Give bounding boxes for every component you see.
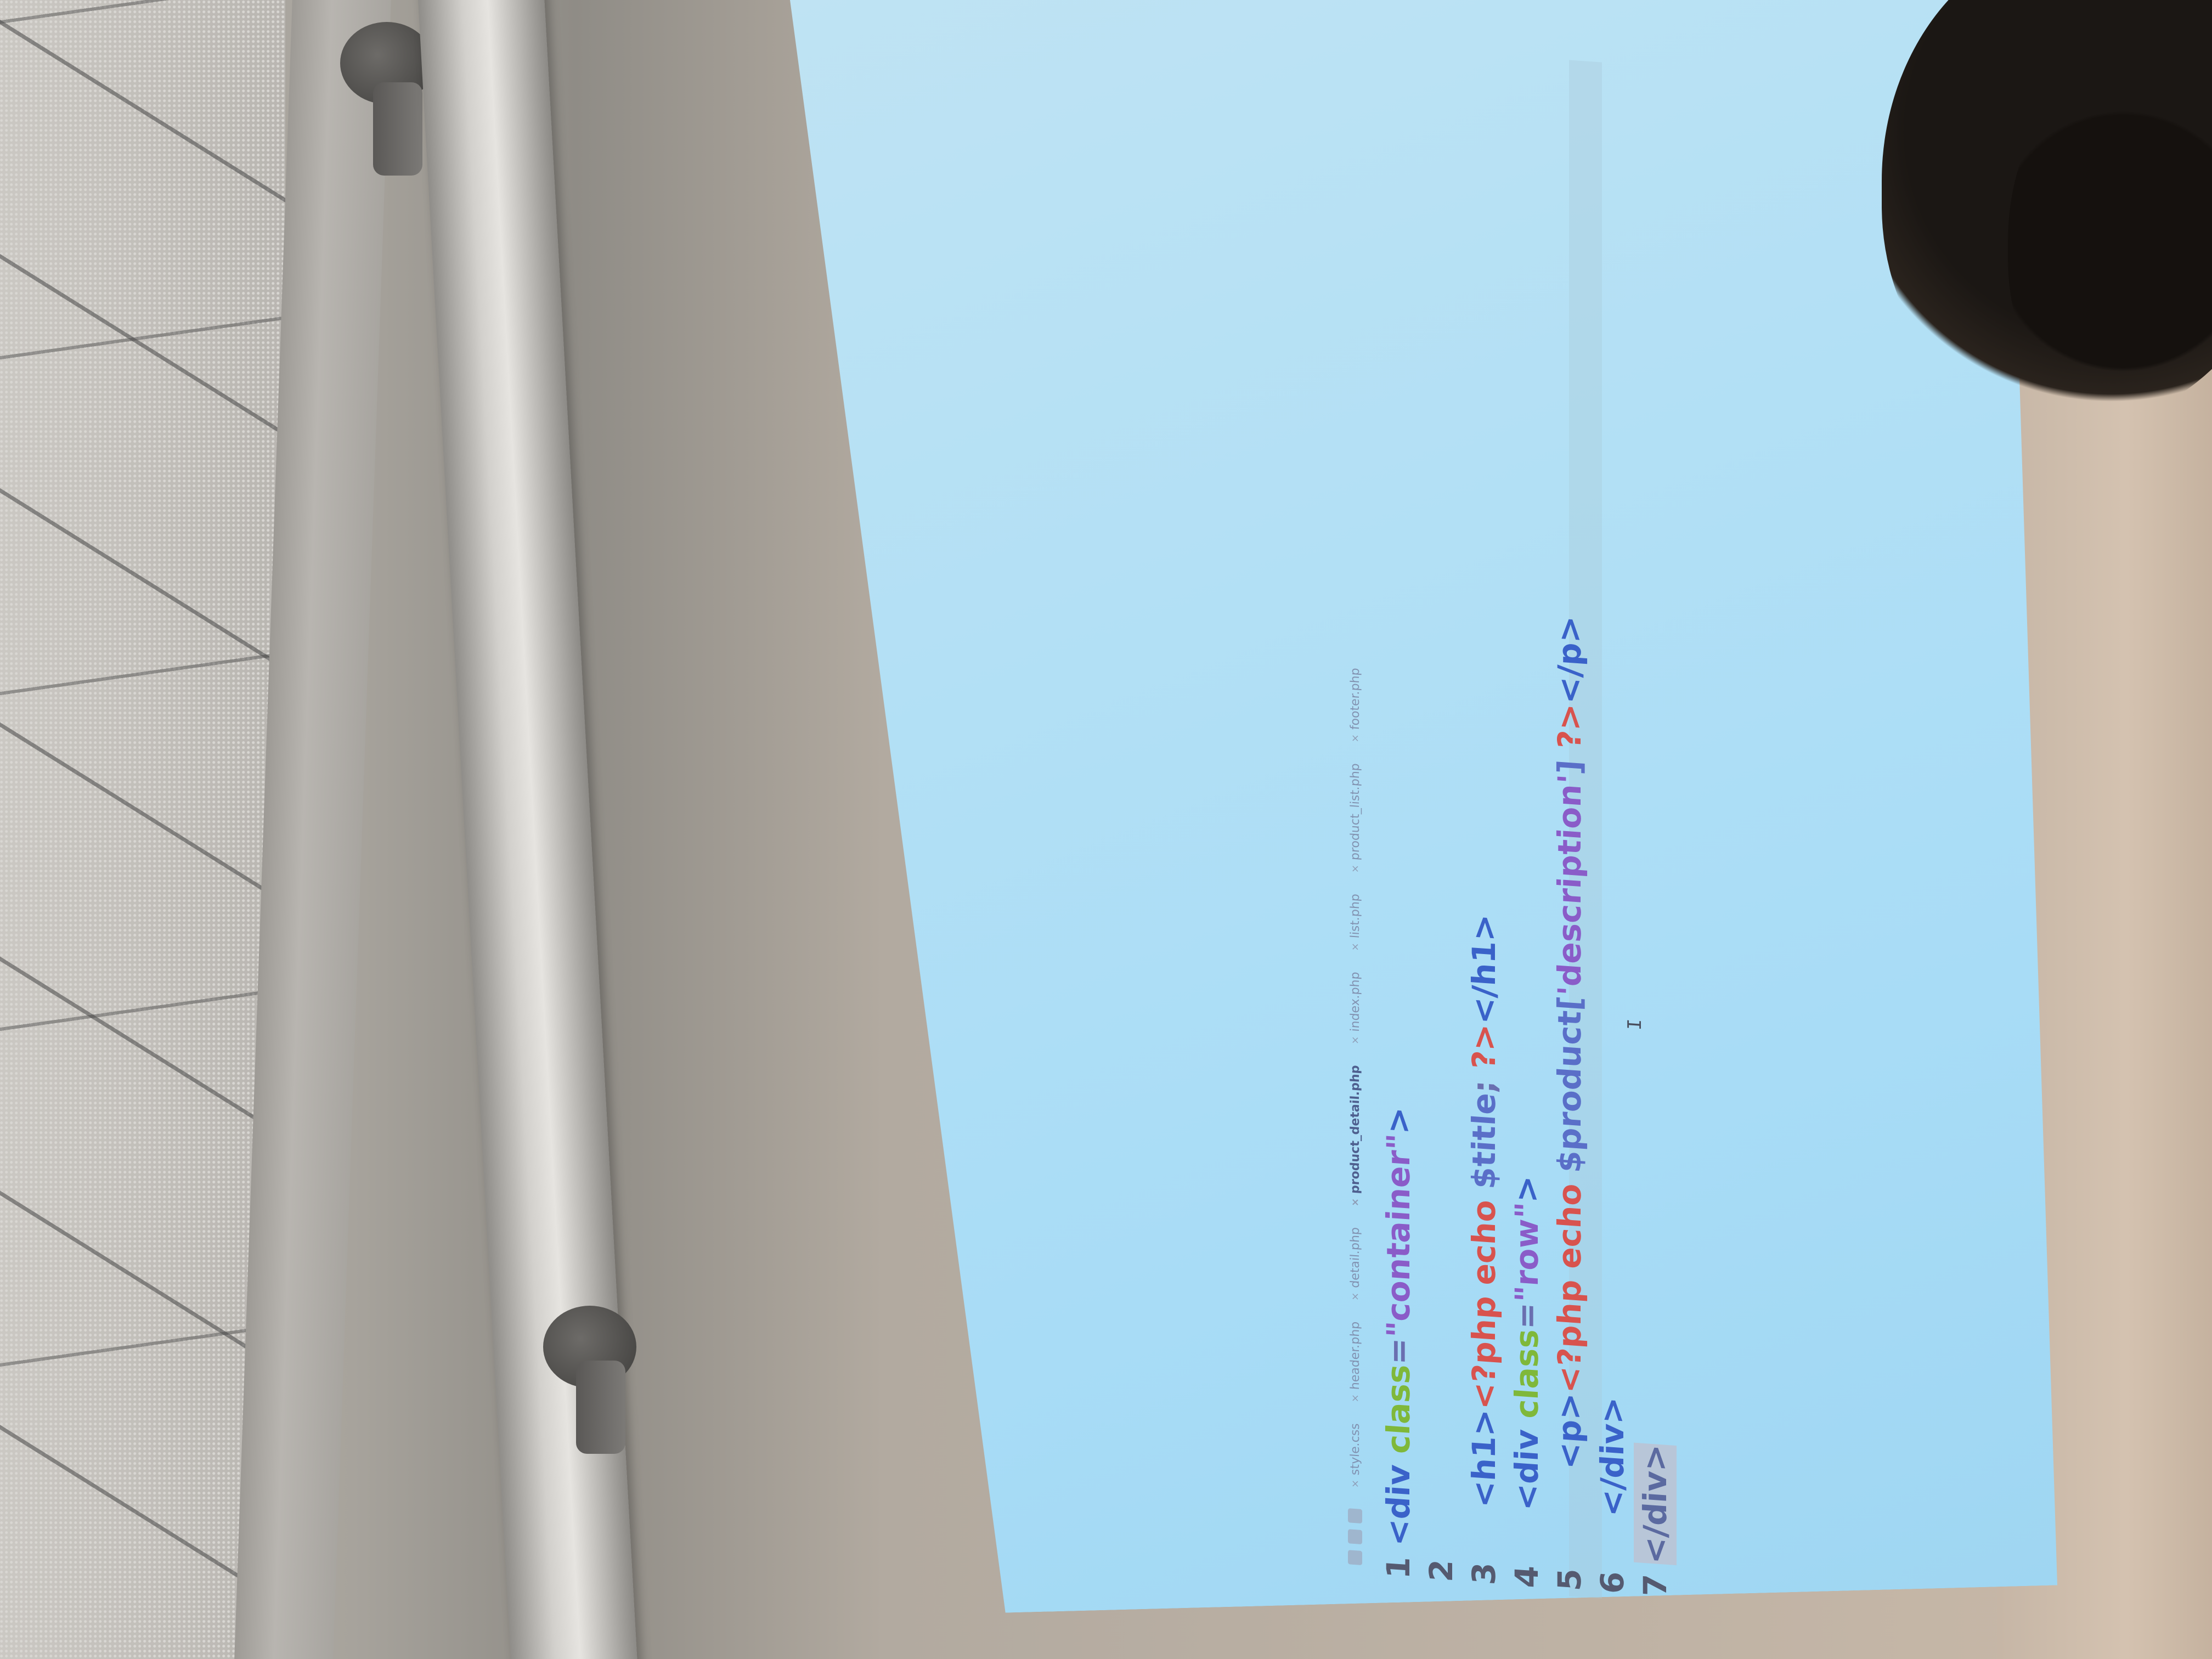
editor-tab-label: product_list.php xyxy=(1348,763,1362,861)
code-token: </div> xyxy=(1634,1443,1677,1566)
code-line[interactable]: 3 <h1> <?php echo $title; ?> </h1> xyxy=(1463,608,1505,1586)
tabs-container: × style.css × header.php × detail.php × product… xyxy=(1348,668,1362,1488)
line-number: 6 xyxy=(1594,1570,1631,1595)
code-token: = xyxy=(1380,1336,1417,1366)
code-token: <p> xyxy=(1551,1391,1588,1559)
code-token: echo xyxy=(1465,1187,1503,1286)
code-line[interactable]: 4 <div class = "row" > xyxy=(1505,612,1548,1589)
line-number: 1 xyxy=(1380,1555,1417,1580)
close-icon[interactable]: × xyxy=(1350,943,1361,952)
code-token: echo xyxy=(1551,1171,1588,1270)
window-button[interactable] xyxy=(1348,1550,1362,1566)
code-token: > xyxy=(1508,1174,1545,1204)
code-token: ] xyxy=(1551,747,1588,776)
code-token: <div xyxy=(1380,1452,1417,1547)
close-icon[interactable]: × xyxy=(1350,1198,1361,1207)
close-icon[interactable]: × xyxy=(1350,1479,1361,1488)
code-token: = xyxy=(1508,1301,1545,1331)
editor-tab-label: index.php xyxy=(1348,971,1362,1032)
code-token: > xyxy=(1380,1105,1417,1135)
code-line[interactable]: 5 <p> <?php echo $product['description'] … xyxy=(1548,614,1591,1592)
close-icon[interactable]: × xyxy=(1350,1393,1361,1403)
code-token: $product[ xyxy=(1551,995,1588,1174)
editor-tab-label: footer.php xyxy=(1348,667,1362,731)
close-icon[interactable]: × xyxy=(1350,864,1361,873)
editor-tab-label: list.php xyxy=(1348,893,1362,939)
code-token: $title xyxy=(1465,1091,1503,1190)
close-icon[interactable]: × xyxy=(1350,1036,1361,1045)
code-line[interactable]: 1 <div class = "container" > xyxy=(1377,602,1420,1580)
editor-tab-label: product_detail.php xyxy=(1348,1064,1362,1194)
editor-tab[interactable]: × footer.php xyxy=(1348,668,1362,743)
code-token: <h1> xyxy=(1465,1408,1503,1553)
editor-tab-bar: × style.css × header.php × detail.php × product… xyxy=(1339,44,1372,1582)
code-line[interactable]: 6 </div> xyxy=(1591,617,1634,1595)
close-icon[interactable]: × xyxy=(1350,733,1361,743)
editor-tab[interactable]: × detail.php xyxy=(1348,1227,1362,1301)
code-token: class xyxy=(1508,1328,1545,1420)
ceiling-tiles xyxy=(0,0,285,1659)
close-icon[interactable]: × xyxy=(1350,1292,1361,1301)
line-number: 4 xyxy=(1508,1564,1545,1589)
window-button[interactable] xyxy=(1348,1529,1362,1545)
window-button[interactable] xyxy=(1348,1508,1362,1524)
line-number: 3 xyxy=(1465,1561,1503,1586)
editor-tab[interactable]: × index.php xyxy=(1348,972,1362,1045)
editor-tab[interactable]: × header.php xyxy=(1348,1321,1362,1403)
code-token: "container" xyxy=(1380,1132,1417,1339)
code-token: ?> xyxy=(1551,702,1588,751)
code-token: ; xyxy=(1465,1068,1503,1094)
code-area[interactable]: 1 <div class = "container" >2 3 <h1> <?php ech… xyxy=(1377,602,1677,1598)
code-token: "row" xyxy=(1508,1201,1545,1304)
code-token: </p> xyxy=(1551,614,1588,705)
code-line[interactable]: 2 xyxy=(1420,606,1463,1583)
photo-scene: × style.css × header.php × detail.php × product… xyxy=(0,0,2212,1659)
line-number: 7 xyxy=(1637,1573,1674,1598)
editor-tab-label: detail.php xyxy=(1348,1227,1362,1289)
editor-tab-label: header.php xyxy=(1348,1321,1362,1391)
text-cursor-icon: I xyxy=(1624,1018,1646,1031)
window-controls xyxy=(1348,1508,1362,1566)
code-line[interactable]: 7 </div> xyxy=(1634,620,1677,1598)
line-number: 2 xyxy=(1423,1558,1460,1583)
editor-tab[interactable]: × product_detail.php xyxy=(1348,1065,1362,1207)
code-token: 'description' xyxy=(1551,773,1588,997)
code-token: ?> xyxy=(1465,1023,1503,1071)
code-token: <div xyxy=(1508,1417,1545,1556)
code-token: </div> xyxy=(1594,1396,1631,1562)
editor-tab[interactable]: × product_list.php xyxy=(1348,763,1362,873)
code-token: <?php xyxy=(1551,1267,1588,1395)
code-token: <?php xyxy=(1465,1283,1503,1411)
code-token: class xyxy=(1380,1363,1417,1455)
code-token: </h1> xyxy=(1465,913,1503,1025)
mount-bracket-arm xyxy=(373,82,422,176)
editor-tab[interactable]: × style.css xyxy=(1348,1423,1362,1488)
line-number: 5 xyxy=(1551,1567,1588,1592)
editor-tab-label: style.css xyxy=(1348,1423,1362,1476)
mount-bracket-arm xyxy=(576,1361,625,1454)
editor-tab[interactable]: × list.php xyxy=(1348,893,1362,951)
